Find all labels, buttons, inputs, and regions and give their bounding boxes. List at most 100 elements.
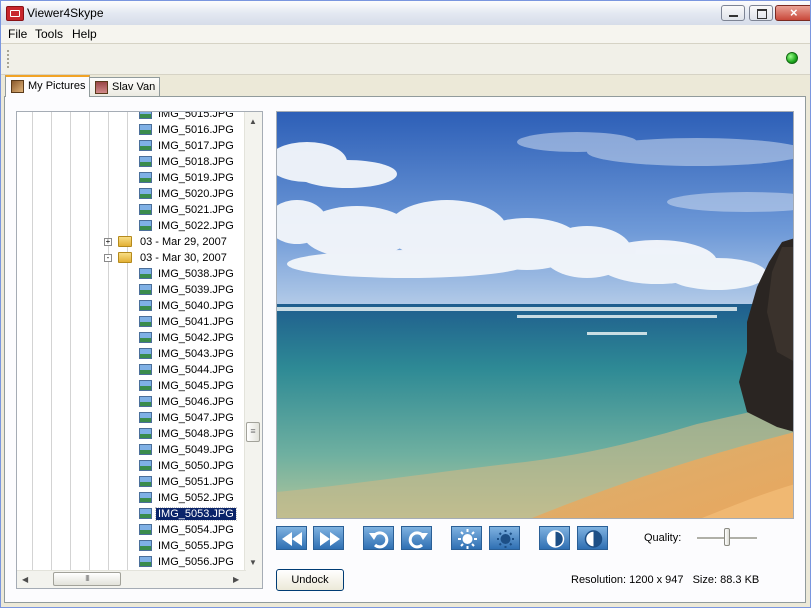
scroll-left-icon[interactable]: ◀ [22,575,28,584]
sun-bright-icon [458,529,477,549]
tab-strip: My Pictures Slav Van [5,75,810,97]
rotate-right-button[interactable] [401,526,432,550]
image-file-icon [139,476,152,487]
close-icon: × [790,5,798,20]
app-icon [6,6,24,21]
brightness-down-button[interactable] [489,526,520,550]
collapse-icon[interactable]: - [104,254,112,262]
brightness-up-button[interactable] [451,526,482,550]
tree-item-label: IMG_5018.JPG [158,156,234,168]
file-tree[interactable]: IMG_5015.JPG IMG_5016.JPG IMG_5017.JPG IMG_… [16,111,263,589]
contrast-up-button[interactable] [539,526,570,550]
tree-file-item[interactable]: IMG_5015.JPG [139,111,236,122]
tree-file-item[interactable]: IMG_5048.JPG [139,426,236,442]
tree-item-label: IMG_5054.JPG [158,524,234,536]
tree-file-item[interactable]: IMG_5021.JPG [139,202,236,218]
rotate-right-icon [408,531,428,549]
menu-tools[interactable]: Tools [35,27,63,41]
vertical-scrollbar[interactable]: ▲ ≡ ▼ [244,112,262,571]
tree-file-item[interactable]: IMG_5050.JPG [139,458,236,474]
tree-file-item[interactable]: IMG_5056.JPG [139,554,236,570]
rotate-left-button[interactable] [363,526,394,550]
tab-label: Slav Van [112,81,156,93]
fast-forward-icon [320,532,340,546]
tree-file-item[interactable]: IMG_5022.JPG [139,218,236,234]
tree-item-label: IMG_5015.JPG [158,111,234,120]
horizontal-scroll-thumb[interactable]: III [53,572,121,586]
rotate-left-icon [369,531,389,549]
toolbar [1,43,810,75]
close-button[interactable]: × [775,5,810,21]
tree-file-item[interactable]: IMG_5042.JPG [139,330,236,346]
folder-icon [118,236,132,247]
tree-file-item[interactable]: IMG_5040.JPG [139,298,236,314]
tree-file-item[interactable]: IMG_5055.JPG [139,538,236,554]
maximize-icon [757,9,767,19]
quality-slider-thumb[interactable] [724,528,730,546]
scroll-up-icon[interactable]: ▲ [249,117,257,126]
contrast-down-button[interactable] [577,526,608,550]
tree-file-item[interactable]: IMG_5054.JPG [139,522,236,538]
tree-item-label: IMG_5049.JPG [158,444,234,456]
tree-item-label: IMG_5040.JPG [158,300,234,312]
horizontal-scrollbar[interactable]: ◀ III ▶ [17,570,246,588]
tab-slav-van[interactable]: Slav Van [89,77,161,96]
tree-file-item[interactable]: IMG_5017.JPG [139,138,236,154]
tree-file-item[interactable]: IMG_5044.JPG [139,362,236,378]
title-bar[interactable]: Viewer4Skype × [1,1,810,26]
tree-file-item[interactable]: IMG_5049.JPG [139,442,236,458]
image-file-icon [139,268,152,279]
online-status-icon [786,52,798,64]
image-info: Resolution: 1200 x 947 Size: 88.3 KB [571,574,765,586]
beach-photo-image [277,112,793,518]
contrast-reverse-icon [584,530,603,548]
tree-file-item[interactable]: IMG_5043.JPG [139,346,236,362]
tree-file-item[interactable]: IMG_5053.JPG [139,506,237,522]
image-file-icon [139,524,152,535]
scroll-right-icon[interactable]: ▶ [233,575,239,584]
fast-forward-button[interactable] [313,526,344,550]
tab-my-pictures[interactable]: My Pictures [5,75,91,97]
expand-icon[interactable]: + [104,238,112,246]
tree-item-label: IMG_5045.JPG [158,380,234,392]
tree-item-label: IMG_5016.JPG [158,124,234,136]
tree-item-label: IMG_5041.JPG [158,316,234,328]
minimize-button[interactable] [721,5,745,21]
rewind-icon [282,532,302,546]
vertical-scroll-thumb[interactable]: ≡ [246,422,260,442]
image-file-icon [139,348,152,359]
tree-folder[interactable]: +03 - Mar 29, 2007 [104,234,229,250]
tree-file-item[interactable]: IMG_5047.JPG [139,410,236,426]
tree-file-item[interactable]: IMG_5039.JPG [139,282,236,298]
menu-help[interactable]: Help [72,27,97,41]
image-file-icon [139,284,152,295]
tree-folder[interactable]: - 03 - Mar 30, 2007 [104,250,229,266]
tree-file-item[interactable]: IMG_5038.JPG [139,266,236,282]
image-file-icon [139,112,152,119]
tree-file-item[interactable]: IMG_5051.JPG [139,474,236,490]
scroll-down-icon[interactable]: ▼ [249,558,257,567]
toolbar-grip-icon[interactable] [7,50,9,68]
image-file-icon [139,124,152,135]
tree-item-label: IMG_5042.JPG [158,332,234,344]
image-file-icon [139,396,152,407]
tree-file-item[interactable]: IMG_5046.JPG [139,394,236,410]
tree-file-item[interactable]: IMG_5041.JPG [139,314,236,330]
rewind-button[interactable] [276,526,307,550]
tree-item-label: IMG_5046.JPG [158,396,234,408]
image-file-icon [139,556,152,567]
tree-file-item[interactable]: IMG_5045.JPG [139,378,236,394]
tree-file-item[interactable]: IMG_5052.JPG [139,490,236,506]
image-file-icon [139,428,152,439]
tree-file-item[interactable]: IMG_5018.JPG [139,154,236,170]
tree-item-label: IMG_5047.JPG [158,412,234,424]
undock-button[interactable]: Undock [276,569,344,591]
tree-item-label: IMG_5043.JPG [158,348,234,360]
tree-file-item[interactable]: IMG_5019.JPG [139,170,236,186]
tree-item-label: IMG_5022.JPG [158,220,234,232]
menu-file[interactable]: File [8,27,27,41]
maximize-button[interactable] [749,5,773,21]
window-title: Viewer4Skype [27,6,104,20]
tree-file-item[interactable]: IMG_5020.JPG [139,186,236,202]
tree-file-item[interactable]: IMG_5016.JPG [139,122,236,138]
